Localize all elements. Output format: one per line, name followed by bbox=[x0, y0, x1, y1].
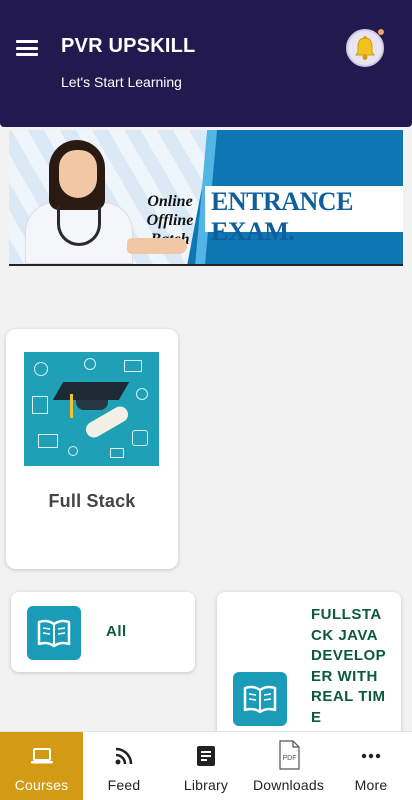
app-title: PVR UPSKILL bbox=[61, 35, 196, 57]
nav-label: Library bbox=[183, 777, 229, 793]
app-subtitle: Let's Start Learning bbox=[61, 74, 182, 90]
book-icon bbox=[37, 619, 71, 648]
category-card-all[interactable]: All bbox=[11, 592, 195, 672]
nav-item-downloads[interactable]: PDF Downloads bbox=[247, 732, 330, 800]
hamburger-menu-icon[interactable] bbox=[16, 40, 38, 56]
nav-item-library[interactable]: Library bbox=[165, 732, 247, 800]
banner-doctor-illustration bbox=[21, 136, 133, 264]
bottom-navigation: Courses Feed Library PDF Downloads More bbox=[0, 731, 412, 800]
category-label: FULLSTACK JAVA DEVELOPER WITH REAL TIME bbox=[311, 606, 387, 726]
course-title: Full Stack bbox=[48, 491, 136, 511]
library-icon bbox=[197, 746, 215, 766]
nav-label: Courses bbox=[14, 777, 69, 793]
rss-feed-icon bbox=[115, 747, 133, 765]
category-icon-box bbox=[27, 606, 81, 660]
nav-item-feed[interactable]: Feed bbox=[83, 732, 165, 800]
course-card-full-stack[interactable]: Full Stack bbox=[6, 329, 178, 569]
pdf-download-icon: PDF bbox=[278, 740, 300, 770]
laptop-icon bbox=[30, 748, 53, 764]
course-thumbnail bbox=[24, 352, 159, 466]
category-card-fullstack-java[interactable]: FULLSTACK JAVA DEVELOPER WITH REAL TIME bbox=[217, 592, 401, 742]
nav-item-more[interactable]: More bbox=[330, 732, 412, 800]
nav-item-courses[interactable]: Courses bbox=[0, 732, 83, 800]
category-label: All bbox=[106, 623, 127, 640]
bell-icon bbox=[355, 36, 375, 60]
banner-headline: ENTRANCE EXAM. bbox=[211, 187, 353, 246]
banner-batch-line: Online bbox=[147, 193, 193, 210]
more-dots-icon bbox=[361, 753, 381, 759]
app-header: PVR UPSKILL Let's Start Learning bbox=[0, 0, 412, 127]
category-icon-box bbox=[233, 672, 287, 726]
banner-batch-line: Offline bbox=[146, 212, 194, 229]
nav-label: Downloads bbox=[252, 777, 325, 793]
nav-label: Feed bbox=[107, 777, 141, 793]
notification-bell-button[interactable] bbox=[346, 29, 384, 67]
notification-dot bbox=[378, 29, 384, 35]
nav-label: More bbox=[354, 777, 388, 793]
banner-hand-illustration bbox=[127, 238, 187, 254]
svg-text:PDF: PDF bbox=[282, 755, 296, 762]
promo-banner[interactable]: ENTRANCE EXAM. Online Offline Batch bbox=[9, 130, 403, 266]
book-icon bbox=[243, 685, 277, 714]
